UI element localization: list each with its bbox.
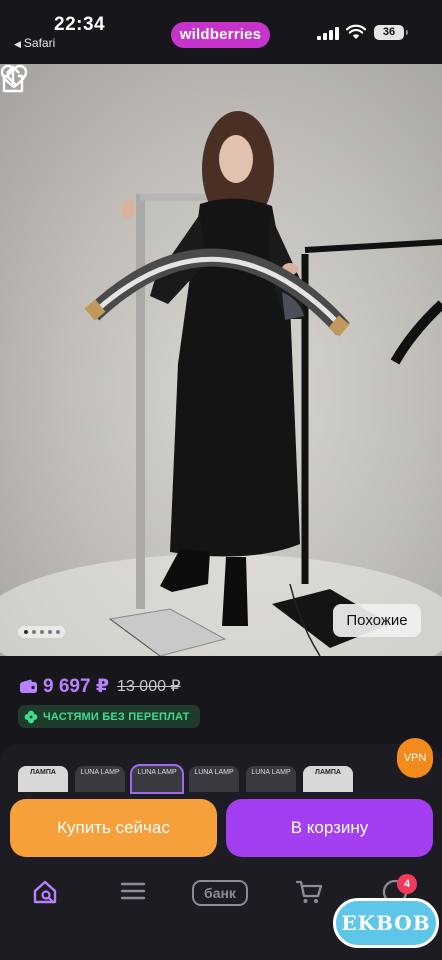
variant-thumbnail[interactable]: ЛАМПА: [303, 766, 353, 792]
variant-thumbnails: ЛАМПА LUNA LAMP LUNA LAMP LUNA LAMP LUNA…: [18, 764, 353, 794]
bank-tab[interactable]: банк: [192, 880, 248, 906]
variant-thumbnail-selected[interactable]: LUNA LAMP: [130, 764, 184, 794]
carousel-dot: [47, 630, 52, 634]
variant-thumbnail[interactable]: LUNA LAMP: [246, 766, 296, 792]
installment-label: ЧАСТЯМИ БЕЗ ПЕРЕПЛАТ: [43, 710, 190, 723]
product-image: [0, 111, 442, 656]
notification-badge: 4: [397, 874, 417, 894]
wallet-icon: [20, 679, 37, 693]
carousel-dot: [55, 630, 60, 634]
cart-icon[interactable]: [295, 878, 323, 906]
cellular-signal-icon: [317, 27, 339, 40]
status-time: 22:34: [54, 14, 106, 35]
carousel-dot: [39, 630, 44, 634]
add-to-cart-button[interactable]: В корзину: [226, 799, 433, 857]
status-bar: 22:34 ◀ Safari wildberries 36: [0, 0, 442, 64]
variant-thumbnail[interactable]: LUNA LAMP: [75, 766, 125, 792]
wifi-icon: [346, 24, 366, 39]
current-price: 9 697 ₽: [43, 675, 110, 697]
clover-icon: [24, 710, 38, 723]
variant-thumbnail[interactable]: LUNA LAMP: [189, 766, 239, 792]
brand-logo: wildberries: [171, 22, 270, 48]
share-icon[interactable]: [0, 64, 26, 94]
battery-indicator: 36: [374, 25, 408, 40]
carousel-dot: [23, 630, 28, 634]
carousel-indicator: [18, 626, 65, 638]
back-app-label: Safari: [23, 36, 56, 50]
watermark-logo: EKBOB: [333, 898, 439, 948]
back-triangle-icon: ◀: [14, 39, 21, 49]
old-price: 13 000 ₽: [117, 678, 181, 695]
vpn-button[interactable]: VPN: [397, 738, 433, 778]
product-photo-gallery[interactable]: Похожие: [0, 64, 442, 656]
catalog-menu-icon[interactable]: [120, 878, 146, 904]
carousel-dot: [31, 630, 36, 634]
similar-products-button[interactable]: Похожие: [333, 604, 421, 637]
buy-now-button[interactable]: Купить сейчас: [10, 799, 217, 857]
variant-thumbnail[interactable]: ЛАМПА: [18, 766, 68, 792]
back-to-app-link[interactable]: ◀ Safari: [14, 36, 55, 50]
installment-badge[interactable]: ЧАСТЯМИ БЕЗ ПЕРЕПЛАТ: [18, 705, 200, 728]
price-row: 9 697 ₽ 13 000 ₽: [20, 675, 181, 697]
home-search-icon[interactable]: [32, 878, 60, 906]
